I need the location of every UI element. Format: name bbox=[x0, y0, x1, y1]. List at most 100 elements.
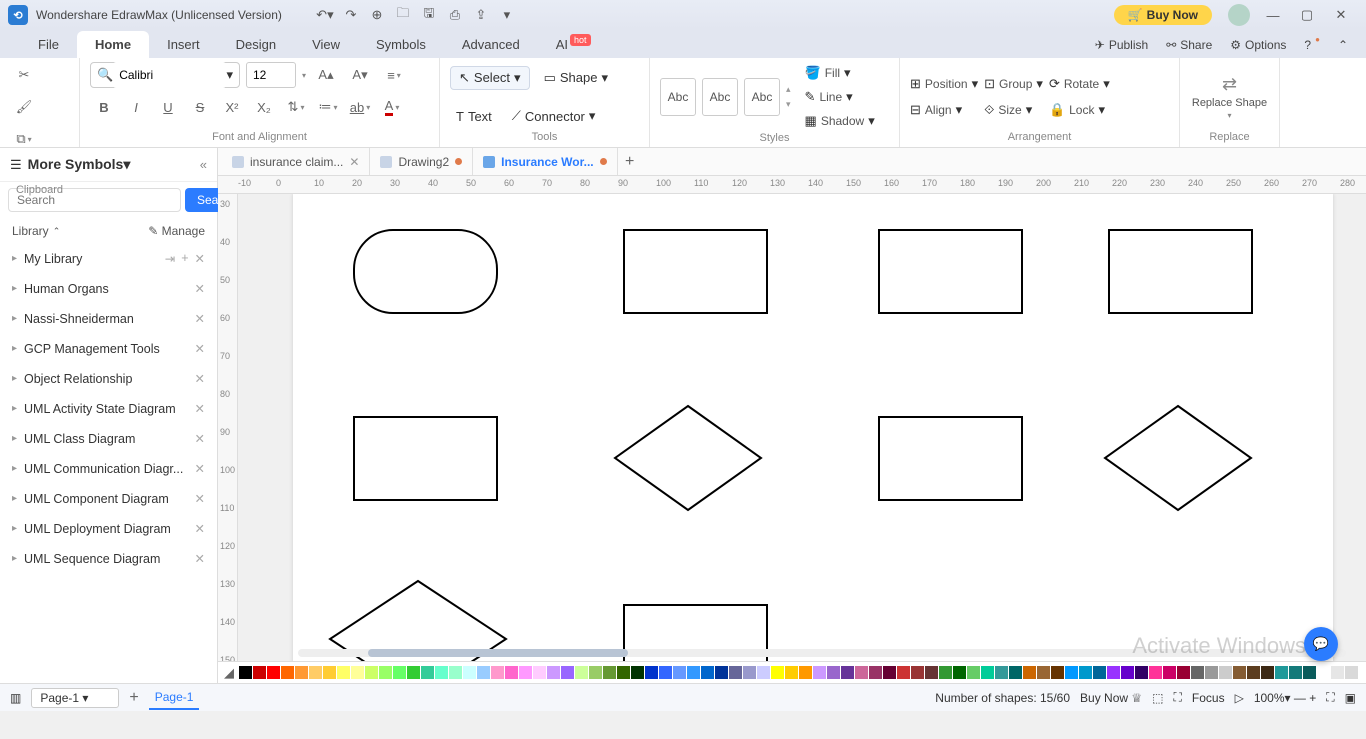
library-item-1[interactable]: ▸Human Organs✕ bbox=[0, 274, 217, 304]
font-family-input[interactable] bbox=[113, 62, 226, 88]
style-scroll-up[interactable]: ▴ bbox=[786, 84, 791, 95]
tab-ai[interactable]: AIhot bbox=[538, 31, 609, 58]
chat-fab-button[interactable]: 💬 bbox=[1304, 627, 1338, 661]
library-item-10[interactable]: ▸UML Sequence Diagram✕ bbox=[0, 544, 217, 574]
color-swatch[interactable] bbox=[841, 666, 854, 679]
color-swatch[interactable] bbox=[547, 666, 560, 679]
text-effects-button[interactable]: ab bbox=[346, 94, 374, 120]
color-swatch[interactable] bbox=[827, 666, 840, 679]
color-swatch[interactable] bbox=[365, 666, 378, 679]
color-swatch[interactable] bbox=[505, 666, 518, 679]
color-swatch[interactable] bbox=[869, 666, 882, 679]
color-swatch[interactable] bbox=[729, 666, 742, 679]
export-button[interactable]: ⇪ bbox=[468, 3, 494, 27]
color-swatch[interactable] bbox=[785, 666, 798, 679]
color-swatch[interactable] bbox=[967, 666, 980, 679]
layers-icon[interactable]: ⬚ bbox=[1152, 691, 1163, 705]
add-page-button[interactable]: + bbox=[129, 689, 138, 707]
color-swatch[interactable] bbox=[701, 666, 714, 679]
style-preset-3[interactable]: Abc bbox=[744, 78, 780, 116]
select-tool-button[interactable]: ↖ Select ▾ bbox=[450, 66, 530, 90]
add-doctab-button[interactable]: + bbox=[618, 153, 642, 171]
help-button[interactable]: ?● bbox=[1298, 36, 1326, 54]
text-tool-button[interactable]: T Text bbox=[450, 106, 498, 127]
color-swatch[interactable] bbox=[477, 666, 490, 679]
open-button[interactable]: 🗀 bbox=[390, 3, 416, 27]
color-swatch[interactable] bbox=[239, 666, 252, 679]
remove-icon[interactable]: ✕ bbox=[195, 371, 205, 386]
color-swatch[interactable] bbox=[673, 666, 686, 679]
color-swatch[interactable] bbox=[1331, 666, 1344, 679]
color-swatch[interactable] bbox=[659, 666, 672, 679]
font-color-button[interactable]: A bbox=[378, 94, 406, 120]
color-swatch[interactable] bbox=[757, 666, 770, 679]
color-swatch[interactable] bbox=[253, 666, 266, 679]
doctab-0-close[interactable]: ✕ bbox=[349, 155, 359, 169]
bold-button[interactable]: B bbox=[90, 94, 118, 120]
share-button[interactable]: ⚯ Share bbox=[1160, 36, 1218, 54]
style-preset-1[interactable]: Abc bbox=[660, 78, 696, 116]
tab-symbols[interactable]: Symbols bbox=[358, 31, 444, 58]
remove-icon[interactable]: ✕ bbox=[195, 551, 205, 566]
underline-button[interactable]: U bbox=[154, 94, 182, 120]
library-label[interactable]: Library bbox=[12, 224, 49, 238]
color-swatch[interactable] bbox=[1135, 666, 1148, 679]
color-swatch[interactable] bbox=[1275, 666, 1288, 679]
color-swatch[interactable] bbox=[743, 666, 756, 679]
save-button[interactable]: 🖫 bbox=[416, 3, 442, 27]
doctab-0[interactable]: insurance claim...✕ bbox=[222, 148, 370, 175]
horizontal-scrollbar[interactable] bbox=[298, 649, 1346, 659]
shape-rounded-rect[interactable] bbox=[353, 229, 498, 314]
color-swatch[interactable] bbox=[323, 666, 336, 679]
redo-button[interactable]: ↷ bbox=[338, 3, 364, 27]
doctab-1[interactable]: Drawing2 bbox=[370, 148, 473, 175]
color-swatch[interactable] bbox=[799, 666, 812, 679]
library-item-6[interactable]: ▸UML Class Diagram✕ bbox=[0, 424, 217, 454]
color-swatch[interactable] bbox=[449, 666, 462, 679]
font-size-input[interactable] bbox=[246, 62, 296, 88]
library-item-4[interactable]: ▸Object Relationship✕ bbox=[0, 364, 217, 394]
collapse-sidebar-button[interactable]: « bbox=[200, 157, 207, 172]
remove-icon[interactable]: ✕ bbox=[195, 461, 205, 476]
color-swatch[interactable] bbox=[1163, 666, 1176, 679]
color-swatch[interactable] bbox=[1233, 666, 1246, 679]
fill-button[interactable]: 🪣 Fill ▾ bbox=[805, 62, 875, 84]
shape-rect-4[interactable] bbox=[353, 416, 498, 501]
zoom-level[interactable]: 100% bbox=[1254, 691, 1285, 705]
subscript-button[interactable]: X₂ bbox=[250, 94, 278, 120]
line-button[interactable]: ✎ Line ▾ bbox=[805, 86, 875, 108]
page-selector[interactable]: Page-1 ▾ bbox=[31, 688, 119, 708]
rotate-button[interactable]: ⟳ Rotate▾ bbox=[1049, 73, 1110, 95]
shape-diamond-1[interactable] bbox=[613, 404, 763, 512]
remove-icon[interactable]: ✕ bbox=[195, 491, 205, 506]
minimize-button[interactable]: — bbox=[1256, 1, 1290, 29]
color-swatch[interactable] bbox=[883, 666, 896, 679]
tab-insert[interactable]: Insert bbox=[149, 31, 218, 58]
tab-home[interactable]: Home bbox=[77, 31, 149, 58]
status-buy-now[interactable]: Buy Now ♕ bbox=[1080, 691, 1142, 705]
color-swatch[interactable] bbox=[1289, 666, 1302, 679]
color-swatch[interactable] bbox=[911, 666, 924, 679]
sidebar-title[interactable]: More Symbols▾ bbox=[28, 156, 194, 173]
undo-button[interactable]: ↶▾ bbox=[312, 3, 338, 27]
color-swatch[interactable] bbox=[1303, 666, 1316, 679]
cut-button[interactable]: ✂ bbox=[10, 62, 38, 88]
page[interactable] bbox=[293, 194, 1333, 661]
color-swatch[interactable] bbox=[309, 666, 322, 679]
close-button[interactable]: ✕ bbox=[1324, 1, 1358, 29]
position-button[interactable]: ⊞ Position▾ bbox=[910, 73, 978, 95]
color-swatch[interactable] bbox=[393, 666, 406, 679]
color-swatch[interactable] bbox=[1023, 666, 1036, 679]
fit-page-button[interactable]: ⛶ bbox=[1326, 690, 1334, 705]
tab-view[interactable]: View bbox=[294, 31, 358, 58]
italic-button[interactable]: I bbox=[122, 94, 150, 120]
color-swatch[interactable] bbox=[995, 666, 1008, 679]
color-swatch[interactable] bbox=[1191, 666, 1204, 679]
shape-diamond-2[interactable] bbox=[1103, 404, 1253, 512]
buy-now-button[interactable]: 🛒 Buy Now bbox=[1114, 5, 1212, 25]
color-swatch[interactable] bbox=[813, 666, 826, 679]
remove-icon[interactable]: ✕ bbox=[195, 431, 205, 446]
align-menu-button[interactable]: ≡ bbox=[380, 62, 408, 88]
library-item-3[interactable]: ▸GCP Management Tools✕ bbox=[0, 334, 217, 364]
shape-rect-1[interactable] bbox=[623, 229, 768, 314]
